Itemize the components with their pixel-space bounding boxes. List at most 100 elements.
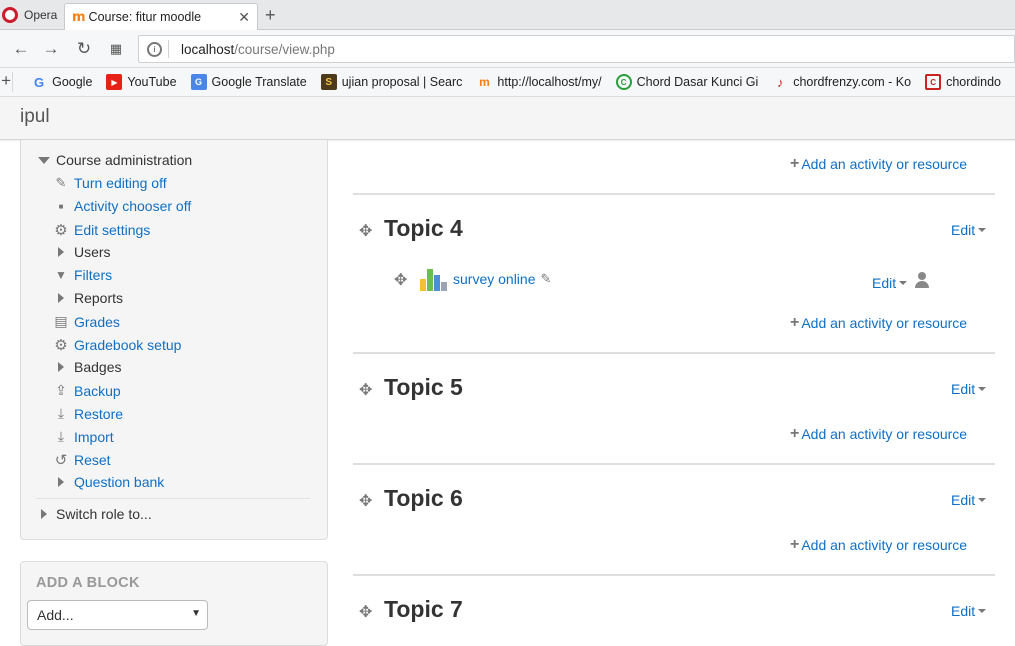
nav-label: Grades [74,313,120,330]
bookmark-item[interactable]: ♪ chordfrenzy.com - Ko [772,74,911,90]
nav-grades[interactable]: ▤ Grades [52,313,120,330]
new-tab-button[interactable]: + [265,5,276,26]
course-administration-node[interactable]: Course administration [38,152,192,168]
bookmark-item[interactable]: G Google [31,74,92,90]
close-tab-icon[interactable]: ✕ [238,9,250,26]
section-edit-menu[interactable]: Edit [951,381,987,397]
move-icon[interactable]: ✥ [359,602,372,621]
add-activity-link[interactable]: + Add an activity or resource [790,536,967,554]
nav-import[interactable]: ⤓ Import [52,428,114,445]
chordindo-icon: C [925,74,942,90]
move-icon[interactable]: ✥ [394,270,407,289]
edit-label: Edit [951,603,976,619]
url-host: localhost [181,41,235,57]
nav-reset[interactable]: ↺ Reset [52,451,111,469]
nav-label: Reports [74,290,124,306]
speed-dial-grid-icon[interactable]: ▦ [106,41,126,57]
survey-chart-icon [420,266,447,291]
switch-role-label: Switch role to... [56,506,152,522]
nav-label: Gradebook setup [74,337,182,353]
section-edit-menu[interactable]: Edit [951,603,987,619]
assign-roles-person-icon[interactable] [914,272,930,288]
gear-icon: ⚙ [54,222,68,239]
nav-turn-editing-off[interactable]: ✎ Turn editing off [52,175,167,191]
move-icon[interactable]: ✥ [359,380,372,399]
reload-icon[interactable]: ↻ [74,39,94,59]
back-arrow-icon[interactable]: ← [11,39,31,59]
activity-name-link[interactable]: survey online [453,271,536,287]
nav-label: Backup [74,382,121,399]
nav-label: Activity chooser off [74,198,192,214]
nav-label: Turn editing off [74,175,167,191]
add-activity-link[interactable]: + Add an activity or resource [790,155,967,173]
nav-restore[interactable]: ⤓ Restore [52,405,123,422]
bookmarks-bar: + G Google ▶ YouTube G Google Translate … [0,68,1015,97]
bookmark-item[interactable]: C Chord Dasar Kunci Gi [615,74,759,90]
add-block-select[interactable]: Add... ▼ [27,600,208,630]
nav-filters[interactable]: ▼ Filters [52,267,112,283]
bookmark-label: Chord Dasar Kunci Gi [636,75,759,89]
section-divider [353,193,995,195]
add-block-panel: ADD A BLOCK Add... ▼ [20,561,328,646]
add-activity-link[interactable]: + Add an activity or resource [790,425,967,443]
filter-icon: ▼ [55,268,67,282]
section-title-topic-5: Topic 5 [384,374,463,400]
add-block-select-value: Add... [37,607,74,623]
nav-label: Users [74,244,111,260]
bookmark-label: Google Translate [211,75,307,89]
plus-icon: + [790,155,800,172]
nav-backup[interactable]: ⇪ Backup [52,382,121,399]
collapse-arrow-icon [38,156,50,164]
opera-menu-button[interactable]: Opera [0,0,62,30]
forward-arrow-icon[interactable]: → [41,39,61,59]
upload-icon: ⇪ [55,382,67,398]
bookmark-item[interactable]: C chordindo [925,74,1001,90]
section-divider [353,463,995,465]
nav-edit-settings[interactable]: ⚙ Edit settings [52,221,150,239]
download-icon: ⤓ [57,405,65,421]
nav-badges[interactable]: Badges [52,359,121,375]
bookmark-item[interactable]: G Google Translate [190,74,307,90]
block-divider [36,498,310,499]
browser-tab-active[interactable]: m Course: fitur moodle ✕ [64,3,258,30]
add-activity-link[interactable]: + Add an activity or resource [790,314,967,332]
nav-label: Import [74,428,114,445]
caret-down-icon [978,387,987,391]
bookmark-item[interactable]: S ujian proposal | Searc [320,74,462,90]
nav-reports[interactable]: Reports [52,290,123,306]
bookmark-item[interactable]: m http://localhost/my/ [476,74,602,90]
nav-label: Badges [74,359,122,375]
add-activity-label: Add an activity or resource [801,426,968,442]
edit-label: Edit [872,275,897,291]
bookmark-label: Google [52,75,93,89]
section-edit-menu[interactable]: Edit [951,492,987,508]
square-bullet-icon: ■ [58,201,64,211]
edit-title-pencil-icon[interactable]: ✎ [541,271,552,287]
move-icon[interactable]: ✥ [359,221,372,240]
site-name-link[interactable]: ipul [20,106,50,128]
expand-arrow-icon [52,362,70,372]
add-activity-label: Add an activity or resource [801,537,968,553]
bookmark-label: http://localhost/my/ [497,75,602,89]
section-title-topic-7: Topic 7 [384,596,463,622]
url-path: /course/view.php [234,41,335,57]
nav-question-bank[interactable]: Question bank [52,474,164,490]
caret-down-icon [978,228,987,232]
add-bookmark-button[interactable]: + [0,72,14,92]
nav-gradebook-setup[interactable]: ⚙ Gradebook setup [52,336,181,354]
nav-users[interactable]: Users [52,244,111,260]
switch-role-node[interactable]: Switch role to... [38,506,152,522]
move-icon[interactable]: ✥ [359,491,372,510]
expand-arrow-icon [52,477,70,487]
section-edit-menu[interactable]: Edit [951,222,987,238]
gear-icon: ⚙ [54,337,68,354]
bookmark-item[interactable]: ▶ YouTube [106,74,177,90]
chord-icon: C [615,74,632,90]
nav-activity-chooser-off[interactable]: ■ Activity chooser off [52,198,192,214]
site-info-icon[interactable]: i [147,41,162,57]
add-activity-label: Add an activity or resource [801,156,968,172]
bookmark-label: YouTube [127,75,177,89]
course-administration-label: Course administration [56,152,193,168]
activity-edit-menu[interactable]: Edit [872,275,908,291]
address-bar[interactable]: i localhost /course/view.php [138,35,1015,63]
